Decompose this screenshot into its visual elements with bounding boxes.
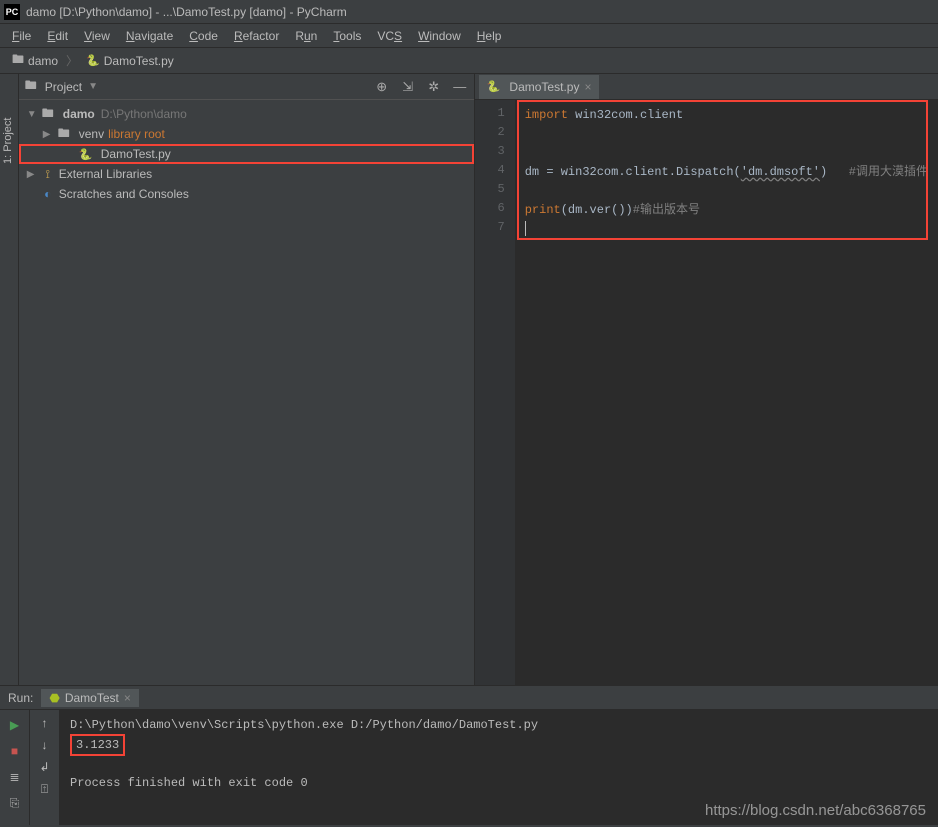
window-title: damo [D:\Python\damo] - ...\DamoTest.py …	[26, 5, 347, 19]
scratches-icon: ◐	[39, 187, 57, 201]
line-number: 6	[475, 201, 515, 220]
tree-extlibs-label: External Libraries	[59, 167, 152, 181]
editor-tabs: 🐍 DamoTest.py ×	[475, 74, 938, 100]
library-icon: ⟟	[39, 167, 57, 182]
main-area: 1: Project 🖿 Project ▼ ⊕ ⇲ ✲ — ▼ 🖿 damo …	[0, 74, 938, 685]
run-header: Run: ⬣ DamoTest ×	[0, 686, 938, 710]
project-title: Project	[45, 80, 82, 94]
python-file-icon: 🐍	[77, 148, 95, 161]
stop-icon[interactable]: ■	[6, 742, 24, 760]
export-icon[interactable]: ⍐	[41, 782, 48, 797]
console-exit: Process finished with exit code 0	[70, 774, 928, 792]
breadcrumb: 🖿 damo 〉 🐍 DamoTest.py	[0, 48, 938, 74]
folder-icon: 🖿	[39, 104, 57, 125]
tree-file-name: DamoTest.py	[101, 147, 171, 161]
tree-node-root[interactable]: ▼ 🖿 damo D:\Python\damo	[19, 104, 474, 124]
menu-run[interactable]: Run	[287, 29, 325, 43]
editor-body[interactable]: 1 2 3 4 5 6 7 import win32com.client dm …	[475, 100, 938, 685]
down-icon[interactable]: ↓	[42, 738, 48, 752]
line-number: 3	[475, 144, 515, 163]
app-icon: PC	[4, 4, 20, 20]
chevron-down-icon[interactable]: ▼	[27, 109, 39, 120]
caret	[525, 221, 526, 236]
line-gutter: 1 2 3 4 5 6 7	[475, 100, 515, 685]
tree-node-extlibs[interactable]: ▶ ⟟ External Libraries	[19, 164, 474, 184]
wrap-icon[interactable]: ↲	[39, 760, 49, 774]
editor-area: 🐍 DamoTest.py × 1 2 3 4 5 6 7 import win…	[475, 74, 938, 685]
close-icon[interactable]: ×	[584, 80, 591, 94]
python-file-icon: 🐍	[487, 80, 501, 93]
up-icon[interactable]: ↑	[42, 716, 48, 730]
tree-node-scratches[interactable]: ◐ Scratches and Consoles	[19, 184, 474, 204]
pin-icon[interactable]: ⎘	[6, 794, 24, 812]
project-header: 🖿 Project ▼ ⊕ ⇲ ✲ —	[19, 74, 474, 100]
chevron-down-icon[interactable]: ▼	[88, 81, 98, 92]
menu-view[interactable]: View	[76, 29, 118, 43]
editor-tab-label: DamoTest.py	[509, 80, 579, 94]
breadcrumb-sep: 〉	[66, 52, 78, 69]
gear-icon[interactable]: ✲	[426, 79, 442, 95]
run-tab-label: DamoTest	[65, 691, 119, 705]
code-content[interactable]: import win32com.client dm = win32com.cli…	[515, 100, 938, 685]
watermark: https://blog.csdn.net/abc6368765	[705, 802, 926, 819]
menu-code[interactable]: Code	[181, 29, 226, 43]
python-icon: ⬣	[49, 691, 59, 705]
minimize-icon[interactable]: —	[452, 79, 468, 95]
layout-icon[interactable]: ≣	[6, 768, 24, 786]
menu-file[interactable]: File	[4, 29, 39, 43]
titlebar: PC damo [D:\Python\damo] - ...\DamoTest.…	[0, 0, 938, 24]
menubar: File Edit View Navigate Code Refactor Ru…	[0, 24, 938, 48]
close-icon[interactable]: ×	[124, 691, 131, 705]
run-toolbar-left: ▶ ■ ≣ ⎘	[0, 710, 30, 825]
folder-icon: 🖿	[12, 50, 24, 71]
left-tool-gutter: 1: Project	[0, 74, 19, 685]
folder-icon: 🖿	[55, 124, 73, 145]
expand-icon[interactable]: ⇲	[400, 79, 416, 95]
menu-tools[interactable]: Tools	[325, 29, 369, 43]
menu-help[interactable]: Help	[469, 29, 510, 43]
python-file-icon: 🐍	[86, 54, 100, 67]
tree-venv-suffix: library root	[108, 127, 165, 141]
menu-refactor[interactable]: Refactor	[226, 29, 287, 43]
menu-window[interactable]: Window	[410, 29, 469, 43]
breadcrumb-root-label: damo	[28, 54, 58, 68]
tree-venv-name: venv	[79, 127, 104, 141]
menu-navigate[interactable]: Navigate	[118, 29, 181, 43]
project-icon: 🖿	[25, 76, 37, 97]
line-number: 1	[475, 106, 515, 125]
line-number: 2	[475, 125, 515, 144]
target-icon[interactable]: ⊕	[374, 79, 390, 95]
breadcrumb-file[interactable]: 🐍 DamoTest.py	[82, 54, 178, 68]
tree-root-path: D:\Python\damo	[101, 107, 187, 121]
run-label: Run:	[8, 691, 33, 705]
run-tab[interactable]: ⬣ DamoTest ×	[41, 689, 139, 707]
line-number: 7	[475, 220, 515, 239]
console-cmd: D:\Python\damo\venv\Scripts\python.exe D…	[70, 716, 928, 734]
breadcrumb-file-label: DamoTest.py	[104, 54, 174, 68]
editor-tab[interactable]: 🐍 DamoTest.py ×	[479, 75, 600, 99]
tree-node-file[interactable]: 🐍 DamoTest.py	[19, 144, 474, 164]
project-tree: ▼ 🖿 damo D:\Python\damo ▶ 🖿 venv library…	[19, 100, 474, 685]
console-value: 3.1233	[70, 734, 125, 756]
tree-node-venv[interactable]: ▶ 🖿 venv library root	[19, 124, 474, 144]
menu-edit[interactable]: Edit	[39, 29, 76, 43]
line-number: 4	[475, 163, 515, 182]
menu-vcs[interactable]: VCS	[369, 29, 410, 43]
rerun-icon[interactable]: ▶	[6, 716, 24, 734]
tree-scratches-label: Scratches and Consoles	[59, 187, 189, 201]
tree-root-name: damo	[63, 107, 95, 121]
line-number: 5	[475, 182, 515, 201]
project-tool-button[interactable]: 1: Project	[2, 118, 14, 164]
run-toolbar-inner: ↑ ↓ ↲ ⍐	[30, 710, 60, 825]
chevron-right-icon[interactable]: ▶	[27, 169, 39, 180]
chevron-right-icon[interactable]: ▶	[43, 129, 55, 140]
breadcrumb-root[interactable]: 🖿 damo	[8, 50, 62, 71]
project-panel: 🖿 Project ▼ ⊕ ⇲ ✲ — ▼ 🖿 damo D:\Python\d…	[19, 74, 475, 685]
